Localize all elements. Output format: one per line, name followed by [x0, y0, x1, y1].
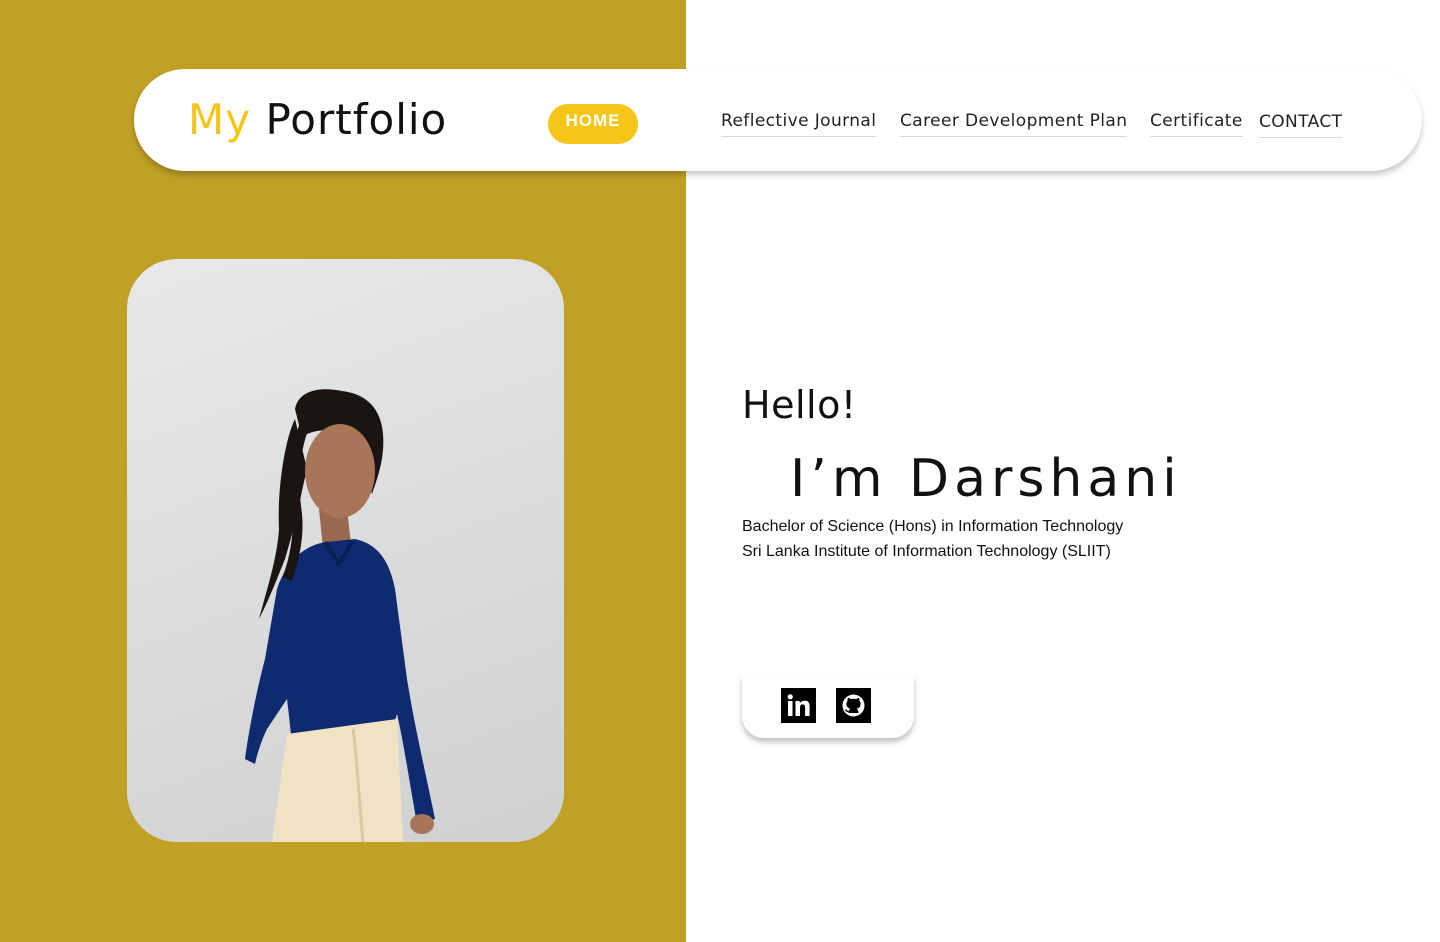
social-links-box: [742, 676, 914, 738]
profile-photo-illustration: [245, 389, 435, 842]
hero-institution: Sri Lanka Institute of Information Techn…: [742, 543, 1111, 560]
linkedin-icon[interactable]: [781, 688, 816, 723]
profile-photo: [127, 259, 564, 842]
logo-prefix: My: [188, 95, 252, 144]
nav-link-certificate[interactable]: Certificate: [1150, 109, 1243, 137]
hero-greeting: Hello!: [742, 383, 857, 427]
nav-link-reflective-journal[interactable]: Reflective Journal: [721, 109, 877, 137]
nav-link-contact[interactable]: CONTACT: [1259, 110, 1343, 138]
github-icon[interactable]: [836, 688, 871, 723]
hero-degree: Bachelor of Science (Hons) in Informatio…: [742, 518, 1124, 535]
logo-suffix: Portfolio: [265, 95, 448, 144]
home-button[interactable]: HOME: [548, 104, 638, 144]
site-logo[interactable]: My Portfolio: [188, 92, 447, 148]
hero-name: I’m Darshani: [790, 449, 1182, 509]
nav-link-career-development-plan[interactable]: Career Development Plan: [900, 109, 1128, 137]
